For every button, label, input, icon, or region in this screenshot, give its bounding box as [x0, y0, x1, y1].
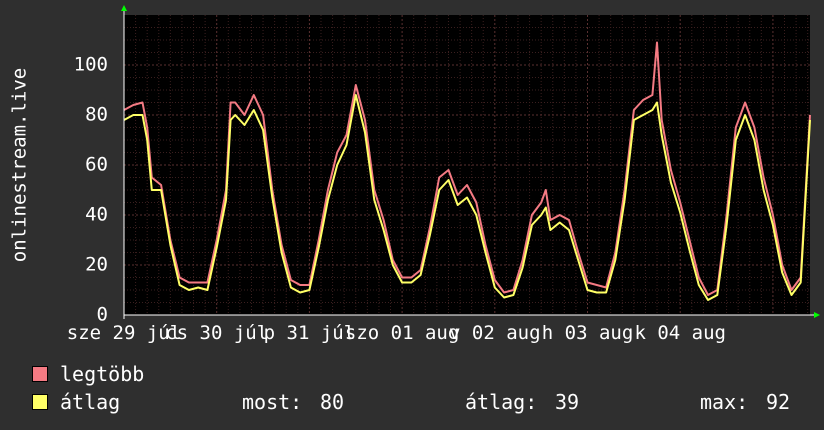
x-tick-label: k 04 aug: [634, 322, 726, 344]
x-tick-label: szo 01 aug: [345, 322, 459, 344]
x-tick-label: sze 29 júl: [67, 322, 181, 344]
x-axis-arrow: [814, 312, 820, 318]
y-tick-label: 20: [85, 254, 108, 276]
x-tick-labels: sze 29 júlcs 30 júlp 31 júlszo 01 augv 0…: [67, 322, 726, 344]
rrd-graph: 020406080100 sze 29 júlcs 30 júlp 31 júl…: [9, 5, 820, 344]
y-axis-arrow: [121, 5, 127, 11]
x-tick-label: v 02 aug: [449, 322, 541, 344]
y-tick-label: 80: [85, 104, 108, 126]
y-tick-label: 40: [85, 204, 108, 226]
x-tick-label: h 03 aug: [542, 322, 634, 344]
y-tick-labels: 020406080100: [74, 54, 108, 326]
y-axis-label: onlinestream.live: [9, 68, 31, 262]
x-tick-label: cs 30 júl: [165, 322, 268, 344]
x-tick-label: p 31 júl: [264, 322, 356, 344]
y-tick-label: 60: [85, 154, 108, 176]
y-tick-label: 100: [74, 54, 108, 76]
